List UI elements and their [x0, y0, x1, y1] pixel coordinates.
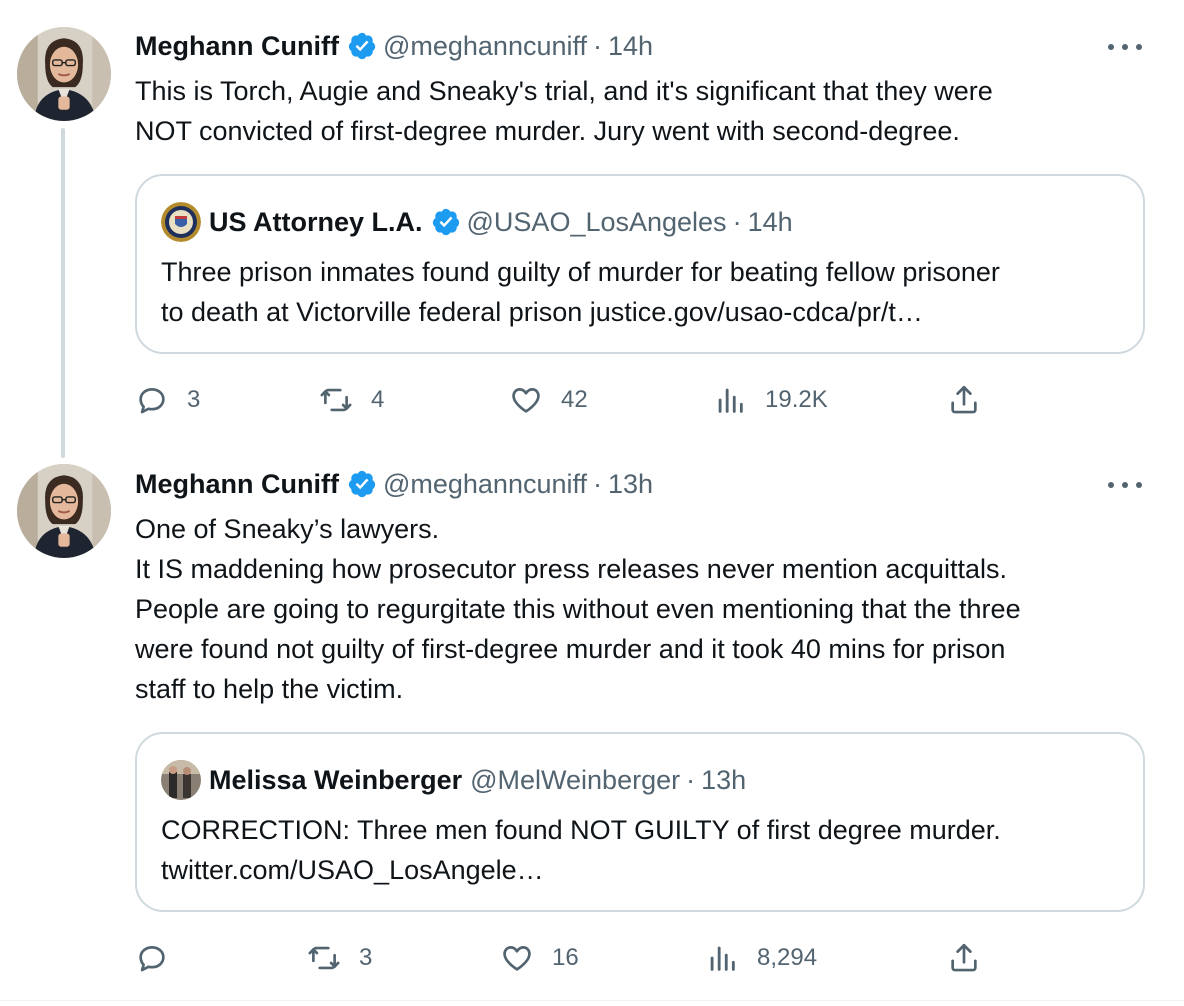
tweet-header: Meghann Cuniff @meghanncuniff · 14h [135, 28, 653, 64]
quoted-tweet-text: Three prison inmates found guilty of mur… [161, 252, 1000, 332]
retweet-button[interactable]: 3 [307, 938, 372, 978]
more-icon[interactable] [1108, 475, 1142, 495]
quoted-text-line: to death at Victorville federal prison j… [161, 297, 923, 327]
quoted-timestamp: 14h [747, 206, 793, 237]
author-handle[interactable]: @meghanncuniff [383, 31, 587, 62]
separator-dot: · [732, 206, 742, 237]
share-icon [951, 385, 977, 414]
author-handle[interactable]: @meghanncuniff [383, 469, 587, 500]
author-name[interactable]: Meghann Cuniff [135, 31, 339, 62]
retweet-count: 4 [371, 386, 385, 413]
views-button[interactable]: 19.2K [713, 380, 828, 420]
like-button[interactable]: 42 [509, 380, 588, 420]
reply-icon [139, 946, 165, 972]
doj-seal-icon [161, 202, 201, 242]
quoted-author-handle: @MelWeinberger [470, 764, 681, 795]
like-count: 16 [552, 944, 579, 971]
tweet-text-line: This is Torch, Augie and Sneaky's trial,… [135, 76, 993, 106]
reply-button[interactable] [135, 938, 187, 978]
like-icon [512, 388, 540, 413]
share-button[interactable] [947, 380, 999, 420]
quoted-author-name: US Attorney L.A. [209, 206, 423, 237]
avatar[interactable] [17, 464, 111, 558]
share-button[interactable] [947, 938, 999, 978]
quoted-tweet-header: Melissa Weinberger @MelWeinberger · 13h [161, 760, 746, 800]
author-name[interactable]: Meghann Cuniff [135, 469, 339, 500]
retweet-icon [308, 946, 340, 970]
tweet-actions: 3 16 8,294 [135, 938, 995, 978]
quoted-avatar [161, 760, 201, 800]
separator-dot: · [686, 764, 696, 795]
views-button[interactable]: 8,294 [705, 938, 817, 978]
retweet-icon [320, 388, 352, 412]
tweet-text: One of Sneaky’s lawyers. It IS maddening… [135, 509, 1145, 709]
more-icon[interactable] [1108, 37, 1142, 57]
timestamp[interactable]: 14h [608, 31, 653, 62]
like-icon [503, 946, 531, 971]
tweet-text-line: were found not guilty of first-degree mu… [135, 634, 1006, 664]
tweet-text-line: It IS maddening how prosecutor press rel… [135, 554, 1007, 584]
quoted-text-line: CORRECTION: Three men found NOT GUILTY o… [161, 815, 1001, 845]
avatar[interactable] [17, 27, 111, 121]
quoted-tweet[interactable]: Melissa Weinberger @MelWeinberger · 13h … [135, 732, 1145, 912]
verified-badge-icon [431, 207, 461, 237]
reply-icon [139, 388, 165, 414]
reply-button[interactable]: 3 [135, 380, 200, 420]
quoted-tweet-header: US Attorney L.A. @USAO_LosAngeles · 14h [161, 202, 793, 242]
views-icon [710, 946, 735, 971]
tweet-text-line: One of Sneaky’s lawyers. [135, 514, 440, 544]
separator-dot: · [593, 30, 603, 61]
quoted-author-name: Melissa Weinberger [209, 764, 463, 795]
share-icon [951, 943, 977, 972]
retweet-count: 3 [359, 944, 373, 971]
view-count: 19.2K [765, 386, 828, 413]
retweet-button[interactable]: 4 [319, 380, 384, 420]
divider [0, 1000, 1184, 1001]
views-icon [718, 388, 743, 413]
tweet-actions: 3 4 42 19.2K [135, 380, 995, 420]
quoted-tweet[interactable]: US Attorney L.A. @USAO_LosAngeles · 14h … [135, 174, 1145, 354]
like-count: 42 [561, 386, 588, 413]
quoted-tweet-text: CORRECTION: Three men found NOT GUILTY o… [161, 810, 1001, 890]
like-button[interactable]: 16 [500, 938, 579, 978]
view-count: 8,294 [757, 944, 818, 971]
verified-badge-icon [347, 469, 377, 499]
thread-connector-line [61, 128, 65, 458]
quoted-text-line: twitter.com/USAO_LosAngele… [161, 855, 544, 885]
timestamp[interactable]: 13h [608, 469, 653, 500]
quoted-timestamp: 13h [701, 764, 747, 795]
separator-dot: · [593, 468, 603, 499]
tweet-text-line: People are going to regurgitate this wit… [135, 594, 1021, 624]
tweet-text-line: staff to help the victim. [135, 674, 404, 704]
quoted-text-line: Three prison inmates found guilty of mur… [161, 257, 1000, 287]
reply-count: 3 [187, 386, 201, 413]
tweet-text-line: NOT convicted of first-degree murder. Ju… [135, 116, 960, 146]
tweet-header: Meghann Cuniff @meghanncuniff · 13h [135, 466, 653, 502]
quoted-author-handle: @USAO_LosAngeles [466, 206, 727, 237]
verified-badge-icon [347, 31, 377, 61]
tweet-text: This is Torch, Augie and Sneaky's trial,… [135, 71, 1145, 151]
